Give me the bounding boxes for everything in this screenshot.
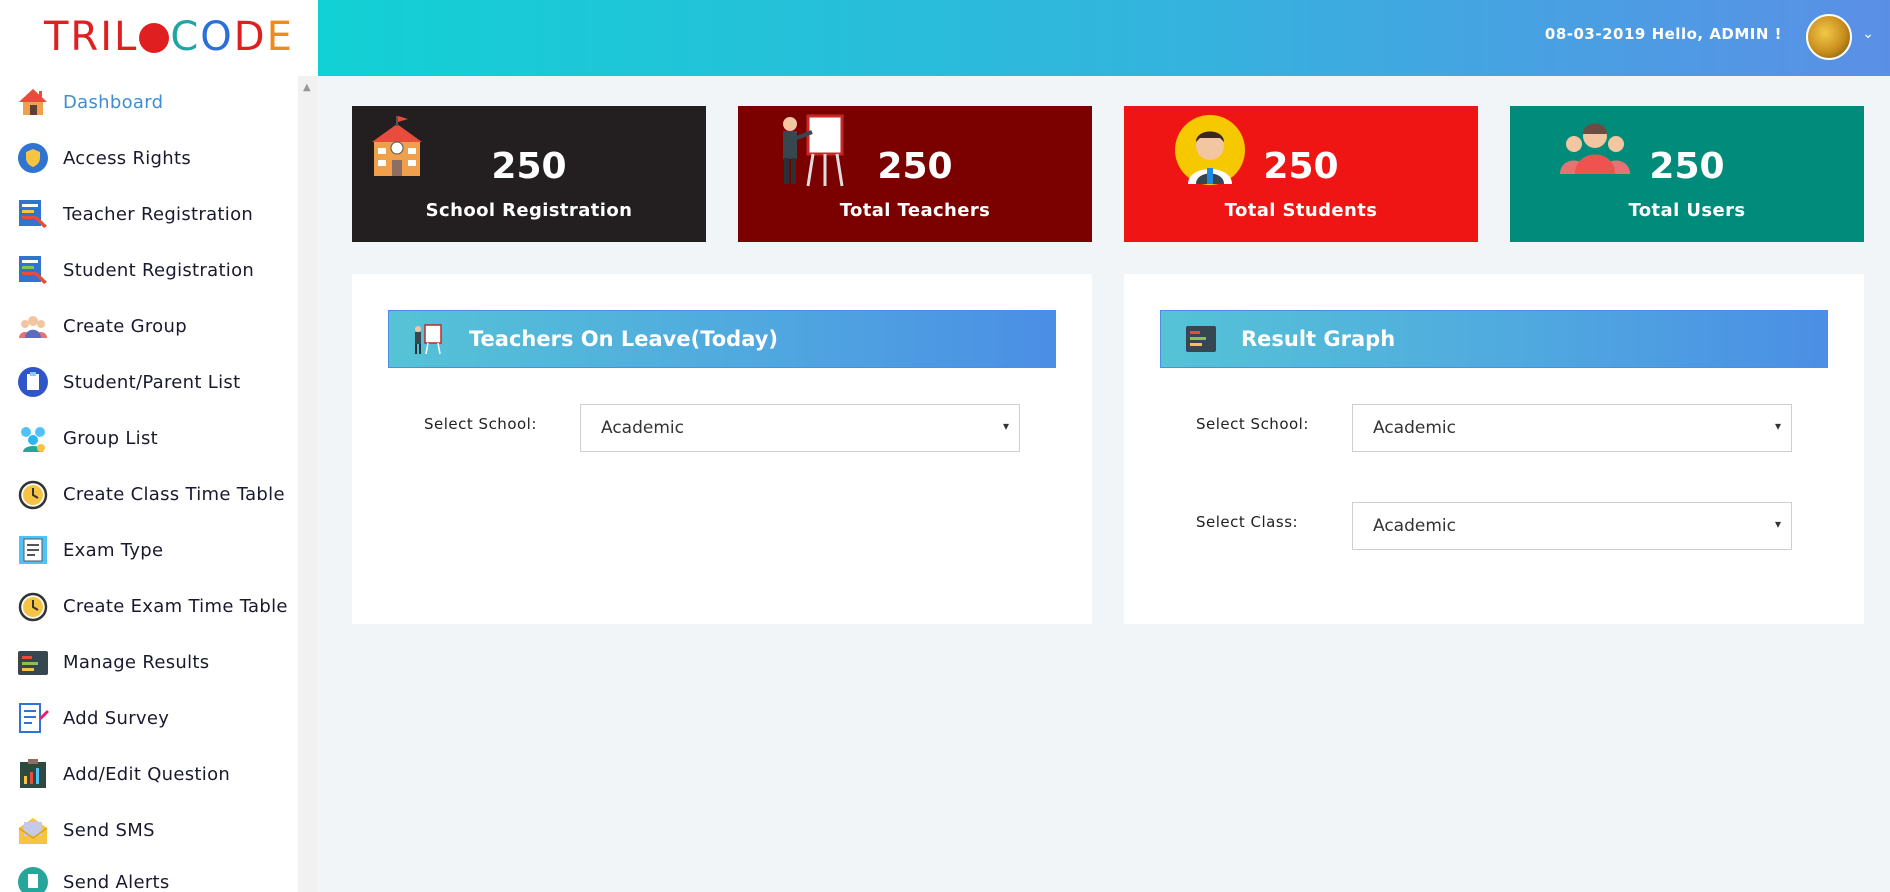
select-school-label: Select School: [1196,415,1309,433]
select-school-label: Select School: [424,415,537,433]
sidebar-item-label: Send Alerts [63,871,170,892]
teacher-board-icon [16,197,50,231]
sidebar-item-label: Create Group [63,315,187,337]
home-icon [16,85,50,119]
select-class-label: Select Class: [1196,513,1299,531]
sidebar-item-student-registration[interactable]: Student Registration [16,250,254,290]
chevron-down-icon[interactable]: ⌄ [1862,26,1874,42]
scroll-up-arrow-icon[interactable]: ▲ [303,82,311,93]
dropdown-arrow-icon: ▾ [1774,419,1781,433]
panel-header: Teachers On Leave(Today) [388,310,1056,368]
select-class-dropdown[interactable]: Academic ▾ [1352,502,1792,550]
select-value: Academic [601,418,684,438]
header-date: 08-03-2019 [1544,25,1646,43]
sidebar-item-exam-type[interactable]: Exam Type [16,530,163,570]
sidebar-item-label: Create Exam Time Table [63,595,288,617]
sidebar-item-dashboard[interactable]: Dashboard [16,82,163,122]
stat-card-total-students[interactable]: 250 Total Students [1124,106,1478,242]
results-board-icon [16,645,50,679]
sidebar-item-label: Exam Type [63,539,164,561]
sidebar-item-add-edit-question[interactable]: Add/Edit Question [16,754,230,794]
sidebar-item-label: Group List [63,427,158,449]
stat-label: Total Users [1628,200,1746,221]
results-board-icon [1185,323,1217,357]
dropdown-arrow-icon: ▾ [1002,419,1009,433]
sidebar-item-label: Teacher Registration [63,203,254,225]
sidebar-item-send-alerts[interactable]: Send Alerts [16,862,170,892]
sidebar-item-add-survey[interactable]: Add Survey [16,698,169,738]
envelope-icon [16,813,50,847]
sidebar-scrollbar[interactable] [298,76,318,892]
sidebar-item-label: Student/Parent List [63,371,241,393]
survey-pen-icon [16,701,50,735]
sidebar-item-label: Dashboard [63,91,164,113]
sidebar-item-teacher-registration[interactable]: Teacher Registration [16,194,253,234]
sidebar-item-send-sms[interactable]: Send SMS [16,810,155,850]
group-people-icon [16,309,50,343]
sidebar-item-access-rights[interactable]: Access Rights [16,138,191,178]
stat-value: 250 [1649,146,1725,187]
question-board-icon [16,757,50,791]
clock-icon [16,589,50,623]
teacher-presenting-icon [413,323,443,359]
people-list-icon [16,421,50,455]
sidebar-item-label: Manage Results [63,651,210,673]
brand-logo[interactable]: TRIL CODE [44,14,294,60]
select-value: Academic [1373,418,1456,438]
select-value: Academic [1373,516,1456,536]
logo-area: TRIL CODE [0,0,318,76]
sidebar-item-label: Add Survey [63,707,170,729]
sidebar: Dashboard Access Rights Teacher Registra… [0,76,298,892]
sidebar-item-manage-results[interactable]: Manage Results [16,642,209,682]
sidebar-item-group-list[interactable]: Group List [16,418,158,458]
sidebar-item-label: Send SMS [63,819,155,841]
alert-icon [16,865,50,892]
user-avatar[interactable] [1806,14,1852,60]
sidebar-item-label: Add/Edit Question [63,763,231,785]
sidebar-item-create-class-time-table[interactable]: Create Class Time Table [16,474,285,514]
header-greeting: 08-03-2019 Hello, ADMIN ! [1545,25,1782,43]
panel-title: Teachers On Leave(Today) [469,327,779,351]
shield-icon [16,141,50,175]
sidebar-item-create-exam-time-table[interactable]: Create Exam Time Table [16,586,288,626]
top-header: 08-03-2019 Hello, ADMIN ! ⌄ [318,0,1890,76]
stat-card-school-registration[interactable]: 250 School Registration [352,106,706,242]
sidebar-item-create-group[interactable]: Create Group [16,306,187,346]
panel-result-graph: Result Graph Select School: Academic ▾ S… [1124,274,1864,624]
sidebar-item-label: Access Rights [63,147,192,169]
sidebar-item-student-parent-list[interactable]: Student/Parent List [16,362,240,402]
stat-value: 250 [1263,146,1339,187]
stat-value: 250 [877,146,953,187]
dropdown-arrow-icon: ▾ [1774,517,1781,531]
sidebar-item-label: Student Registration [63,259,255,281]
stat-card-total-teachers[interactable]: 250 Total Teachers [738,106,1092,242]
stat-label: Total Teachers [839,200,991,221]
stat-label: Total Students [1224,200,1378,221]
panel-header: Result Graph [1160,310,1828,368]
student-board-icon [16,253,50,287]
stat-label: School Registration [425,200,633,221]
document-icon [16,533,50,567]
sidebar-item-label: Create Class Time Table [63,483,285,505]
stat-card-total-users[interactable]: 250 Total Users [1510,106,1864,242]
select-school-dropdown[interactable]: Academic ▾ [1352,404,1792,452]
select-school-dropdown[interactable]: Academic ▾ [580,404,1020,452]
stat-value: 250 [491,146,567,187]
panel-teachers-on-leave: Teachers On Leave(Today) Select School: … [352,274,1092,624]
clipboard-icon [16,365,50,399]
clock-icon [16,477,50,511]
header-hello: Hello, ADMIN ! [1651,25,1782,43]
panel-title: Result Graph [1241,327,1396,351]
